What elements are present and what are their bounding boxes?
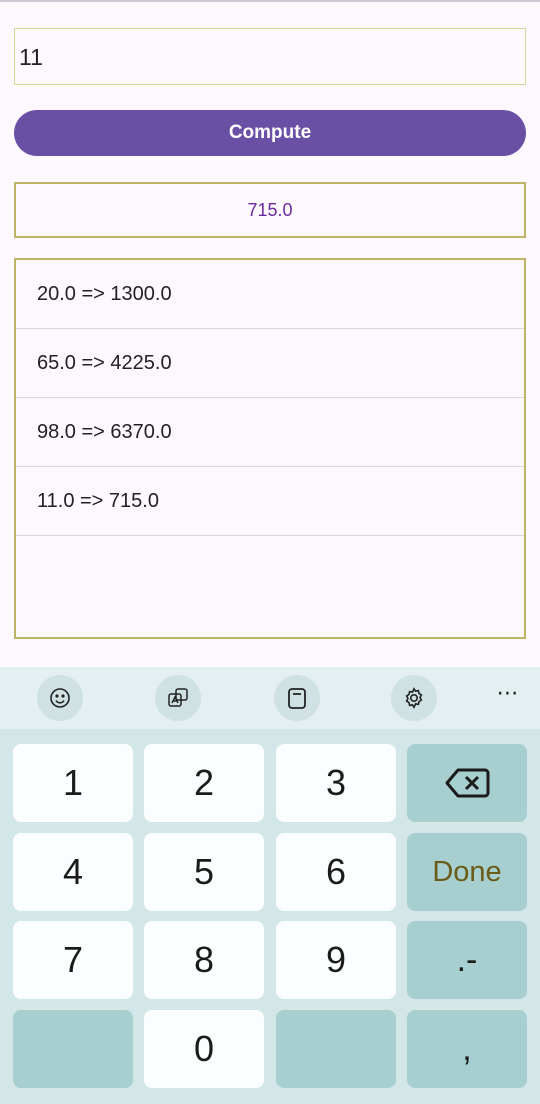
key-6[interactable]: 6: [276, 833, 396, 911]
key-3[interactable]: 3: [276, 744, 396, 822]
compute-button[interactable]: Compute: [14, 110, 526, 156]
key-5[interactable]: 5: [144, 833, 264, 911]
more-options-icon[interactable]: ⋯: [490, 681, 526, 711]
history-item[interactable]: 65.0 => 4225.0: [16, 329, 524, 398]
backspace-key[interactable]: [407, 744, 527, 822]
dot-dash-key[interactable]: .-: [407, 921, 527, 999]
key-1[interactable]: 1: [13, 744, 133, 822]
emoji-icon[interactable]: [37, 675, 83, 721]
key-9[interactable]: 9: [276, 921, 396, 999]
settings-icon[interactable]: [391, 675, 437, 721]
result-display: 715.0: [14, 182, 526, 238]
input-value: 11: [19, 44, 43, 70]
key-4[interactable]: 4: [13, 833, 133, 911]
clipboard-icon[interactable]: [274, 675, 320, 721]
empty-key-right: [276, 1010, 396, 1088]
empty-key-left: [13, 1010, 133, 1088]
key-2[interactable]: 2: [144, 744, 264, 822]
key-7[interactable]: 7: [13, 921, 133, 999]
result-value: 715.0: [247, 200, 293, 220]
done-key[interactable]: Done: [407, 833, 527, 911]
translate-icon[interactable]: [155, 675, 201, 721]
history-list[interactable]: 20.0 => 1300.0 65.0 => 4225.0 98.0 => 63…: [14, 258, 526, 639]
key-8[interactable]: 8: [144, 921, 264, 999]
top-divider: [0, 0, 540, 2]
numeric-keyboard: ⋯ 1 2 3 4 5 6 Done 7 8 9 .- 0 ,: [0, 667, 540, 1104]
key-0[interactable]: 0: [144, 1010, 264, 1088]
history-item[interactable]: 98.0 => 6370.0: [16, 398, 524, 467]
backspace-icon: [445, 768, 490, 798]
number-input-field[interactable]: 11: [14, 28, 526, 85]
history-item[interactable]: 20.0 => 1300.0: [16, 260, 524, 329]
comma-key[interactable]: ,: [407, 1010, 527, 1088]
history-item[interactable]: 11.0 => 715.0: [16, 467, 524, 536]
keyboard-toolbar: ⋯: [0, 667, 540, 729]
